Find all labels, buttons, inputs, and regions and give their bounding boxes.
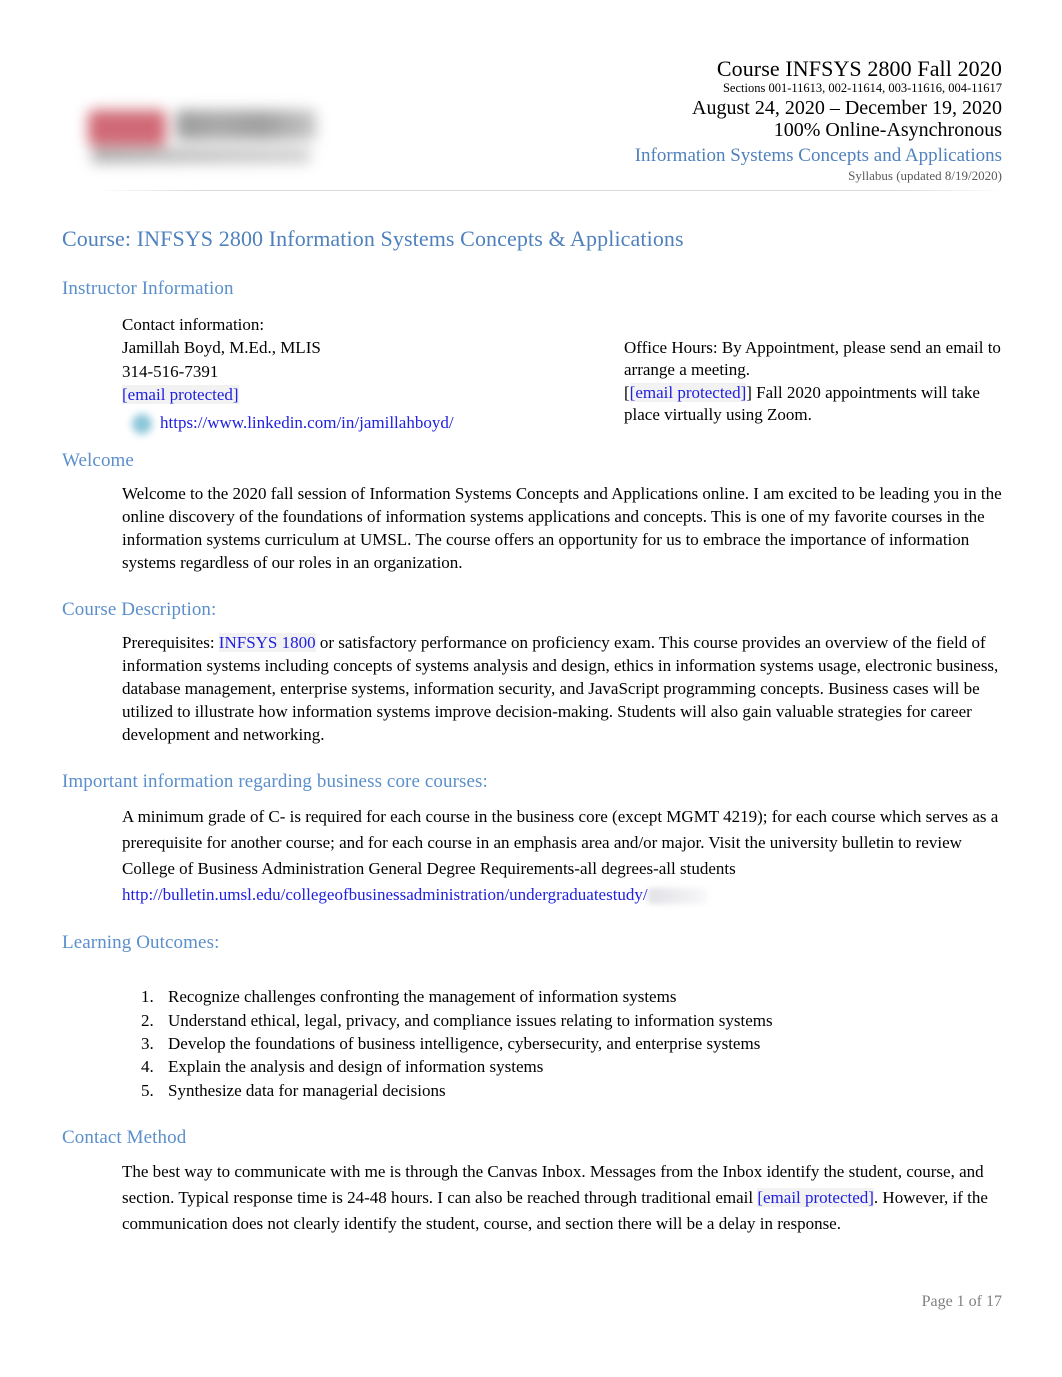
instructor-name: Jamillah Boyd, M.Ed., MLIS [122, 338, 321, 358]
document-body: Course: INFSYS 2800 Information Systems … [62, 224, 1002, 1237]
list-item: Understand ethical, legal, privacy, and … [158, 1009, 1002, 1032]
section-heading-contact-method: Contact Method [62, 1127, 187, 1149]
instructor-email-link[interactable]: [email protected] [122, 385, 239, 405]
course-description-paragraph: Prerequisites: INFSYS 1800 or satisfacto… [122, 631, 1002, 747]
header-course-line: Course INFSYS 2800 Fall 2020 [716, 56, 1002, 81]
instructor-information-block: Contact information: Jamillah Boyd, M.Ed… [62, 313, 1004, 434]
logo-wordmark [176, 110, 316, 140]
office-hours-text: Office Hours: By Appointment, please sen… [624, 337, 1001, 380]
document-page: Course INFSYS 2800 Fall 2020 Sections 00… [0, 0, 1062, 1377]
header-dates-line: August 24, 2020 – December 19, 2020 [692, 96, 1002, 119]
header-mode-line: 100% Online-Asynchronous [773, 118, 1002, 141]
instructor-linkedin-link[interactable]: https://www.linkedin.com/in/jamillahboyd… [160, 413, 454, 432]
contact-method-paragraph: The best way to communicate with me is t… [122, 1159, 1002, 1236]
linkedin-icon [132, 413, 152, 434]
page-header: Course INFSYS 2800 Fall 2020 Sections 00… [0, 0, 1062, 205]
logo-subtext [92, 148, 310, 163]
office-hours-email-link[interactable]: [email protected] [629, 382, 747, 402]
bulletin-link[interactable]: http://bulletin.umsl.edu/collegeofbusine… [122, 885, 648, 904]
prerequisites-label: Prerequisites: [122, 632, 219, 652]
learning-outcomes-list: Recognize challenges confronting the man… [62, 985, 1002, 1102]
contact-information-label: Contact information: [122, 314, 265, 334]
section-heading-welcome: Welcome [62, 449, 134, 471]
logo-mark [88, 110, 166, 146]
prerequisite-course-link[interactable]: INFSYS 1800 [218, 632, 316, 652]
list-item: Explain the analysis and design of infor… [158, 1055, 1002, 1078]
section-heading-instructor-information: Instructor Information [62, 278, 234, 300]
section-heading-learning-outcomes: Learning Outcomes: [62, 932, 220, 954]
welcome-paragraph: Welcome to the 2020 fall session of Info… [122, 483, 1002, 572]
business-core-text: A minimum grade of C- is required for ea… [122, 807, 999, 878]
header-syllabus-line: Syllabus (updated 8/19/2020) [848, 167, 1002, 183]
header-sections-line: Sections 001-11613, 002-11614, 003-11616… [722, 81, 1002, 95]
header-divider [95, 190, 1004, 191]
section-heading-business-core: Important information regarding business… [62, 771, 488, 793]
page-footer: Page 1 of 17 [921, 1293, 1002, 1310]
instructor-phone: 314-516-7391 [122, 361, 219, 381]
university-logo-blurred [84, 104, 330, 180]
contact-method-email-link[interactable]: [email protected] [757, 1187, 874, 1207]
office-hours-column: Office Hours: By Appointment, please sen… [624, 337, 1004, 427]
office-hours-email-row: [[email protected]] Fall 2020 appointmen… [624, 382, 1004, 427]
redaction-smudge [647, 887, 706, 904]
header-subject-line: Information Systems Concepts and Applica… [634, 144, 1002, 166]
list-item: Recognize challenges confronting the man… [158, 985, 1002, 1008]
header-text-block: Course INFSYS 2800 Fall 2020 Sections 00… [635, 58, 1002, 182]
instructor-contact-column: Contact information: Jamillah Boyd, M.Ed… [122, 313, 602, 434]
section-heading-course-description: Course Description: [62, 598, 217, 620]
business-core-paragraph: A minimum grade of C- is required for ea… [122, 804, 1002, 907]
instructor-linkedin-row: https://www.linkedin.com/in/jamillahboyd… [122, 411, 602, 434]
list-item: Synthesize data for managerial decisions [158, 1079, 1002, 1102]
bracket-open: [ [624, 382, 630, 402]
list-item: Develop the foundations of business inte… [158, 1032, 1002, 1055]
page-title: Course: INFSYS 2800 Information Systems … [62, 226, 684, 251]
